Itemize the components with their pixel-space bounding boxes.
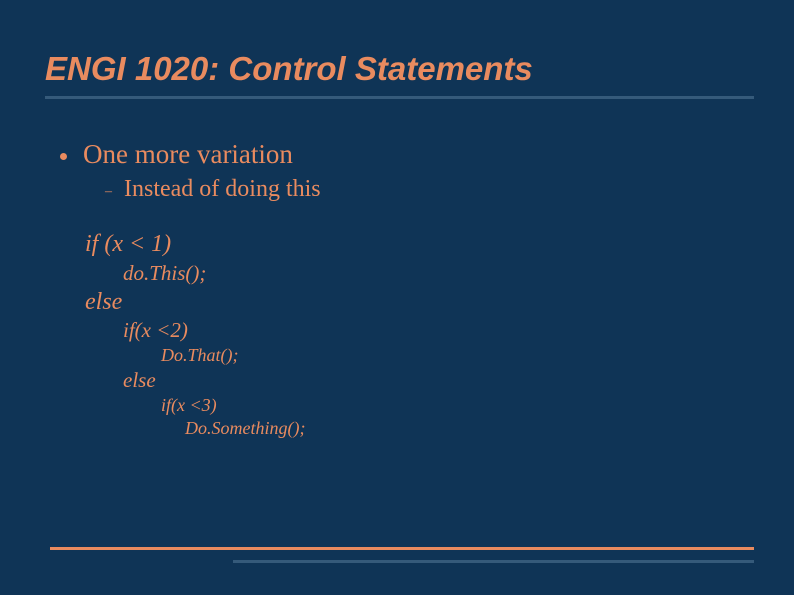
- slide-content: One more variation – Instead of doing th…: [0, 99, 794, 440]
- bullet-level-2: – Instead of doing this: [105, 176, 794, 203]
- bullet-dash-icon: –: [105, 184, 112, 200]
- code-line: Do.That();: [161, 344, 794, 367]
- code-line: if(x <3): [161, 394, 794, 417]
- code-block: if (x < 1) do.This(); else if(x <2) Do.T…: [85, 229, 794, 440]
- bullet-text: Instead of doing this: [124, 176, 321, 203]
- bullet-level-1: One more variation: [60, 139, 794, 170]
- bullet-dot-icon: [60, 153, 67, 160]
- code-line: do.This();: [123, 260, 794, 287]
- footer-decor: [50, 547, 754, 563]
- code-line: else: [85, 287, 794, 318]
- bullet-text: One more variation: [83, 139, 293, 170]
- code-line: else: [123, 367, 794, 394]
- footer-line-orange: [50, 547, 754, 550]
- code-line: if(x <2): [123, 317, 794, 344]
- code-line: if (x < 1): [85, 229, 794, 260]
- code-line: Do.Something();: [185, 417, 794, 440]
- footer-line-blue: [233, 560, 754, 563]
- slide-title: ENGI 1020: Control Statements: [0, 0, 794, 94]
